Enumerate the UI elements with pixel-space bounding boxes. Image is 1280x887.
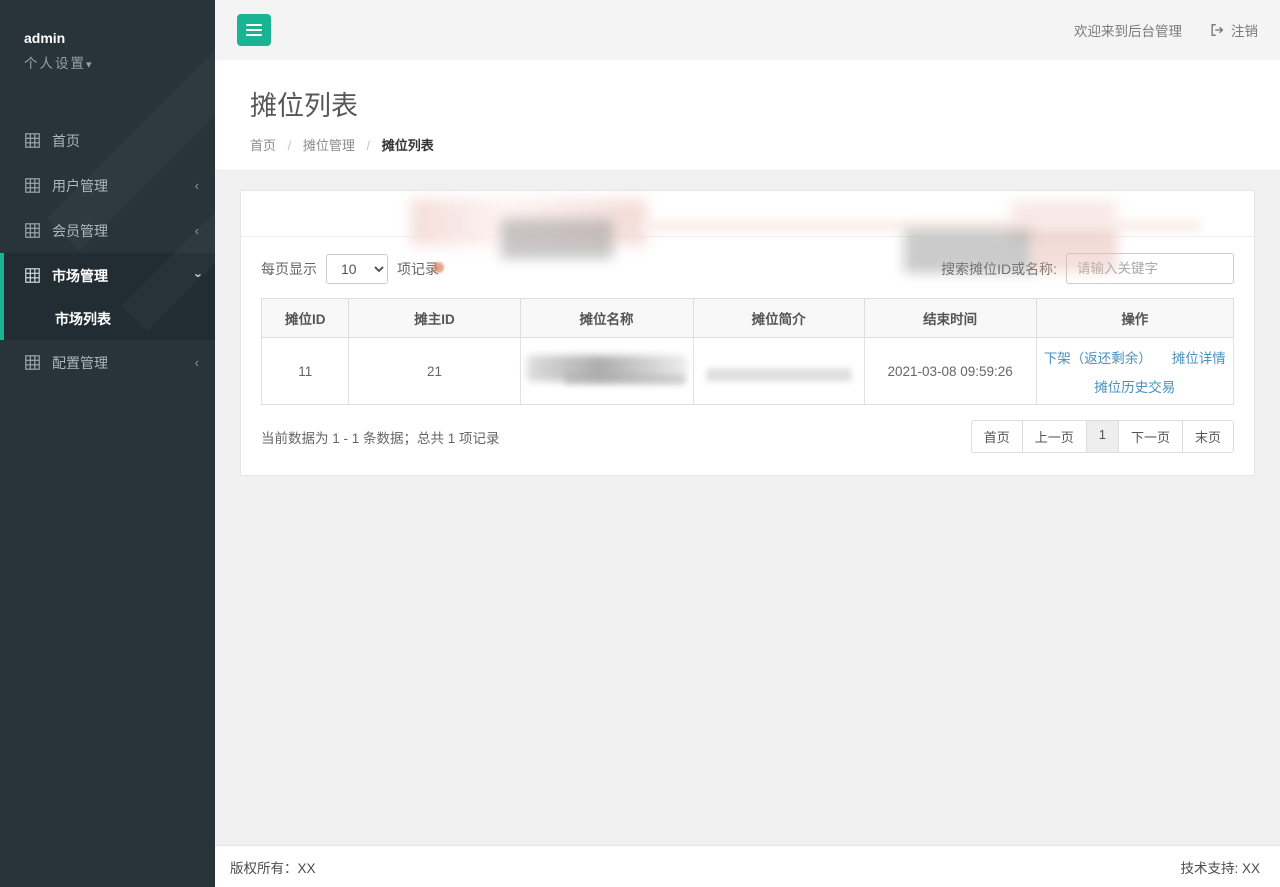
action-take-down-link[interactable]: 下架（返还剩余） [1044, 347, 1152, 367]
search-control: 搜索摊位ID或名称: [941, 253, 1234, 284]
copyright-text: 版权所有：XX [230, 857, 316, 877]
stall-list-panel: 每页显示 10 项记录 搜索摊位ID或名称: [240, 190, 1255, 476]
breadcrumb-home[interactable]: 首页 [250, 138, 276, 153]
per-page-select[interactable]: 10 [326, 254, 388, 284]
col-header-stall-name: 摊位名称 [520, 299, 693, 338]
per-page-control: 每页显示 10 项记录 [261, 254, 439, 284]
sidebar-item-home[interactable]: 首页 [0, 118, 215, 163]
search-input[interactable] [1066, 253, 1234, 284]
breadcrumb-separator: / [288, 138, 292, 153]
sidebar-item-label: 用户管理 [52, 176, 108, 196]
redacted-blob [565, 375, 685, 385]
pagination-next-button[interactable]: 下一页 [1118, 420, 1183, 453]
cell-stall-name-redacted [520, 338, 693, 405]
support-text: 技术支持: XX [1180, 857, 1260, 877]
sidebar-subitem-market-list[interactable]: 市场列表 [4, 298, 215, 340]
sidebar-menu: 首页 用户管理 ‹ 会员管理 ‹ 市场管理 ‹ 市场列表 [0, 118, 215, 385]
per-page-suffix-label: 项记录 [397, 259, 439, 279]
top-navbar: 欢迎来到后台管理 注销 [215, 0, 1280, 60]
sidebar-item-market[interactable]: 市场管理 ‹ [4, 253, 215, 298]
cell-stall-intro-redacted [693, 338, 864, 405]
page-footer: 版权所有：XX 技术支持: XX [215, 845, 1280, 887]
cell-owner-id: 21 [349, 338, 520, 405]
table-footer: 当前数据为 1 - 1 条数据；总共 1 项记录 首页 上一页 1 下一页 末页 [261, 420, 1234, 453]
redacted-blob [527, 355, 687, 381]
sidebar-item-members[interactable]: 会员管理 ‹ [0, 208, 215, 253]
app-root: admin 个人设置▾ 首页 用户管理 ‹ 会员管理 ‹ [0, 0, 1280, 887]
cell-end-time: 2021-03-08 09:59:26 [864, 338, 1036, 405]
redacted-blob [706, 368, 851, 381]
sidebar-subitem-label: 市场列表 [55, 309, 111, 329]
sidebar-item-label: 市场管理 [52, 266, 108, 286]
logout-link[interactable]: 注销 [1210, 20, 1258, 40]
logout-label: 注销 [1231, 20, 1258, 40]
grid-icon [25, 223, 40, 238]
sidebar-item-label: 首页 [52, 131, 80, 151]
user-settings-dropdown[interactable]: 个人设置▾ [24, 52, 191, 72]
breadcrumb: 首页 / 摊位管理 / 摊位列表 [250, 135, 1280, 154]
col-header-actions: 操作 [1036, 299, 1233, 338]
caret-down-icon: ▾ [86, 59, 92, 71]
breadcrumb-current: 摊位列表 [382, 138, 434, 153]
record-summary: 当前数据为 1 - 1 条数据；总共 1 项记录 [261, 427, 500, 447]
sidebar-item-config[interactable]: 配置管理 ‹ [0, 340, 215, 385]
pagination-last-button[interactable]: 末页 [1182, 420, 1234, 453]
user-name: admin [24, 30, 191, 46]
sidebar-toggle-button[interactable] [237, 14, 271, 46]
per-page-prefix-label: 每页显示 [261, 259, 317, 279]
page-title: 摊位列表 [250, 84, 1280, 123]
welcome-text: 欢迎来到后台管理 [1074, 20, 1182, 40]
table-header-row: 摊位ID 摊主ID 摊位名称 摊位简介 结束时间 操作 [262, 299, 1234, 338]
sidebar-item-label: 会员管理 [52, 221, 108, 241]
user-block: admin 个人设置▾ [0, 0, 215, 80]
chevron-left-icon: ‹ [195, 223, 199, 238]
pagination-page-1-button[interactable]: 1 [1086, 420, 1119, 453]
sidebar-item-users[interactable]: 用户管理 ‹ [0, 163, 215, 208]
cell-stall-id: 11 [262, 338, 349, 405]
cell-actions: 下架（返还剩余） 摊位详情 摊位历史交易 [1036, 338, 1233, 405]
chevron-left-icon: ‹ [195, 178, 199, 193]
pagination-prev-button[interactable]: 上一页 [1022, 420, 1087, 453]
content-area: 每页显示 10 项记录 搜索摊位ID或名称: [215, 171, 1280, 845]
action-stall-history-link[interactable]: 摊位历史交易 [1094, 380, 1175, 395]
main-area: 欢迎来到后台管理 注销 摊位列表 首页 / 摊位管理 / 摊位列表 [215, 0, 1280, 887]
grid-icon [25, 355, 40, 370]
pagination: 首页 上一页 1 下一页 末页 [971, 420, 1234, 453]
panel-body: 每页显示 10 项记录 搜索摊位ID或名称: [241, 237, 1254, 475]
chevron-down-icon: ‹ [195, 268, 199, 283]
stall-table: 摊位ID 摊主ID 摊位名称 摊位简介 结束时间 操作 11 2 [261, 298, 1234, 405]
col-header-stall-intro: 摊位简介 [693, 299, 864, 338]
grid-icon [25, 133, 40, 148]
action-stall-detail-link[interactable]: 摊位详情 [1172, 347, 1226, 367]
col-header-owner-id: 摊主ID [349, 299, 520, 338]
logout-icon [1210, 23, 1224, 37]
search-label: 搜索摊位ID或名称: [941, 259, 1057, 279]
navbar-right: 欢迎来到后台管理 注销 [1074, 20, 1258, 40]
grid-icon [25, 178, 40, 193]
table-controls: 每页显示 10 项记录 搜索摊位ID或名称: [261, 253, 1234, 284]
col-header-end-time: 结束时间 [864, 299, 1036, 338]
breadcrumb-stall-manage[interactable]: 摊位管理 [303, 138, 355, 153]
chevron-left-icon: ‹ [195, 355, 199, 370]
col-header-stall-id: 摊位ID [262, 299, 349, 338]
sidebar-group-market: 市场管理 ‹ 市场列表 [0, 253, 215, 340]
grid-icon [25, 268, 40, 283]
panel-heading [241, 191, 1254, 237]
table-row: 11 21 2021-03-08 09:59:26 [262, 338, 1234, 405]
breadcrumb-separator: / [367, 138, 371, 153]
sidebar-item-label: 配置管理 [52, 353, 108, 373]
page-header: 摊位列表 首页 / 摊位管理 / 摊位列表 [215, 60, 1280, 171]
sidebar: admin 个人设置▾ 首页 用户管理 ‹ 会员管理 ‹ [0, 0, 215, 887]
pagination-first-button[interactable]: 首页 [971, 420, 1023, 453]
